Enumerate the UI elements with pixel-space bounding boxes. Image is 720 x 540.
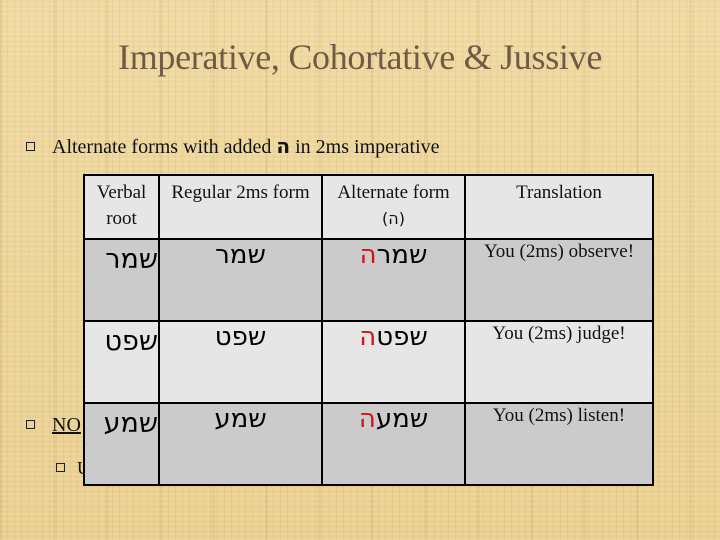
cell-translation: You (2ms) judge! (464, 320, 654, 404)
cell-regular: שמע (158, 402, 323, 486)
table-header-row: Verbal root Regular 2ms form Alternate f… (83, 174, 654, 240)
bullet-note-text: NO (52, 414, 81, 436)
header-regular-form: Regular 2ms form (158, 174, 323, 240)
alternate-stem: שמר (376, 240, 428, 270)
alternate-stem: שמע (375, 404, 429, 434)
bullet-alternate-forms: Alternate forms with added ה in 2ms impe… (26, 134, 440, 159)
cell-regular: שפט (158, 320, 323, 404)
alternate-suffix: ה (359, 322, 377, 352)
table-row: שמע שמע שמעה You (2ms) listen! (83, 402, 654, 486)
alternate-stem: שפט (376, 322, 428, 352)
square-bullet-icon (26, 141, 35, 151)
bullet-hebrew-letter: ה (276, 134, 291, 158)
cell-root: שמר (83, 238, 160, 322)
cell-alternate: שמעה (321, 402, 466, 486)
header-alternate-note: (ה) (382, 209, 405, 228)
cell-translation: You (2ms) observe! (464, 238, 654, 322)
cell-regular: שמר (158, 238, 323, 322)
header-alternate-form: Alternate form (ה) (321, 174, 466, 240)
imperative-forms-table: Verbal root Regular 2ms form Alternate f… (83, 174, 654, 486)
cell-root: שפט (83, 320, 160, 404)
root-text: שפט (104, 326, 159, 357)
alternate-word: שמרה (360, 240, 428, 270)
bullet-text-after: in 2ms imperative (290, 136, 440, 158)
cell-translation: You (2ms) listen! (464, 402, 654, 486)
alternate-suffix: ה (359, 240, 377, 270)
root-text: שמע (103, 408, 158, 439)
table-row: שפט שפט שפטה You (2ms) judge! (83, 320, 654, 404)
header-translation: Translation (464, 174, 654, 240)
slide-title: Imperative, Cohortative & Jussive (118, 37, 602, 77)
header-verbal-root: Verbal root (83, 174, 160, 240)
bullet-text-before: Alternate forms with added (52, 136, 277, 158)
cell-alternate: שפטה (321, 320, 466, 404)
square-bullet-icon (26, 419, 35, 429)
header-alternate-label: Alternate form (337, 182, 450, 203)
cell-alternate: שמרה (321, 238, 466, 322)
alternate-word: שפטה (359, 322, 428, 352)
root-text: שמר (105, 244, 158, 275)
cell-root: שמע (83, 402, 160, 486)
alternate-word: שמעה (359, 404, 428, 434)
alternate-suffix: ה (358, 404, 376, 434)
table-row: שמר שמר שמרה You (2ms) observe! (83, 238, 654, 322)
square-bullet-icon (56, 463, 65, 473)
bullet-note: NO (26, 414, 81, 437)
